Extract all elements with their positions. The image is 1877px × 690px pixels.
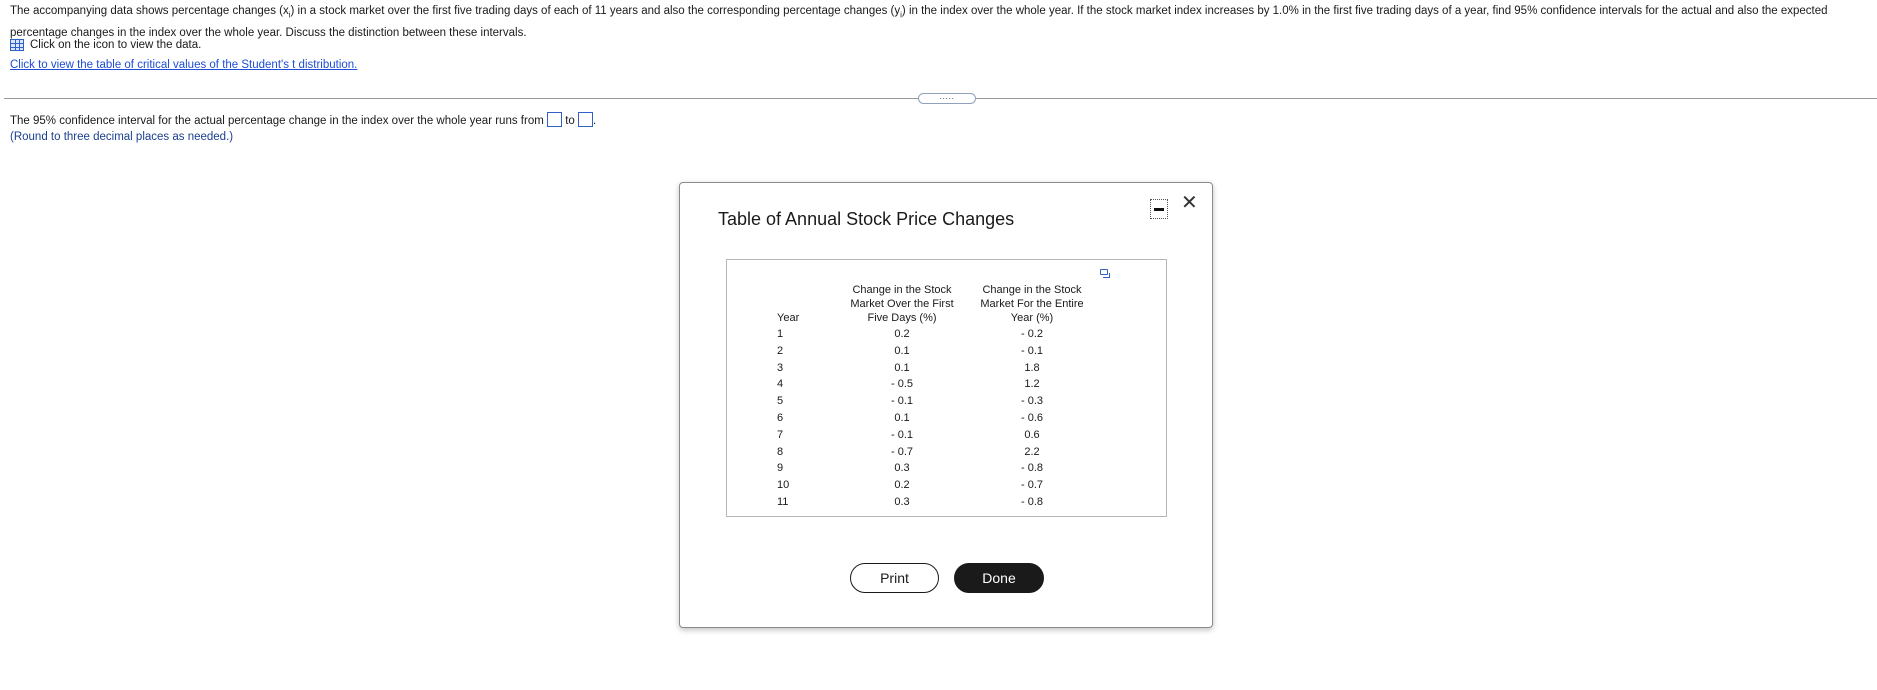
table-row: 2 0.1 - 0.1 (777, 343, 1097, 360)
cell-year: 2 (777, 344, 784, 357)
header-year-line-1: Change in the Stock (982, 284, 1082, 296)
answer-prompt: The 95% confidence interval for the actu… (10, 115, 544, 127)
cell-first-five: 0.3 (894, 462, 910, 475)
cell-first-five: - 0.1 (890, 428, 913, 441)
cell-first-five: 0.1 (894, 411, 910, 424)
cell-year: 10 (777, 479, 790, 492)
cell-first-five: 0.3 (894, 495, 910, 508)
table-row: 9 0.3 - 0.8 (777, 460, 1097, 477)
cell-first-five: 0.1 (894, 344, 910, 357)
cell-entire-year: 1.2 (1024, 378, 1040, 391)
header-first-five: Change in the Stock Market Over the Firs… (837, 283, 967, 326)
table-container: Year Change in the Stock Market Over the… (726, 259, 1167, 517)
minimize-bar (1154, 208, 1164, 211)
cell-entire-year: - 0.8 (1020, 495, 1043, 508)
done-button[interactable]: Done (954, 563, 1044, 593)
cell-year: 11 (777, 495, 789, 508)
question-intro: The accompanying data shows percentage c… (10, 5, 289, 17)
cell-entire-year: 0.6 (1024, 428, 1040, 441)
table-row: 3 0.1 1.8 (777, 360, 1097, 377)
close-icon[interactable]: ✕ (1181, 193, 1198, 213)
header-year-line-2: Market For the Entire (980, 298, 1084, 310)
answer-area: The 95% confidence interval for the actu… (10, 112, 596, 145)
cell-entire-year: - 0.8 (1020, 462, 1043, 475)
copy-icon[interactable] (1100, 269, 1110, 278)
lower-bound-input[interactable] (547, 112, 562, 127)
answer-period: . (593, 115, 597, 127)
print-button[interactable]: Print (850, 563, 939, 593)
header-entire-year: Change in the Stock Market For the Entir… (967, 283, 1097, 326)
cell-year: 7 (777, 428, 784, 441)
header-first-line-1: Change in the Stock (852, 284, 952, 296)
header-year-line-3: Year (%) (1010, 312, 1054, 324)
cell-year: 8 (777, 445, 784, 458)
cell-entire-year: - 0.7 (1020, 479, 1043, 492)
cell-entire-year: 2.2 (1024, 445, 1040, 458)
cell-first-five: - 0.7 (890, 445, 913, 458)
minimize-icon[interactable] (1150, 199, 1168, 219)
table-row: 8 - 0.7 2.2 (777, 444, 1097, 461)
header-first-line-2: Market Over the First (850, 298, 954, 310)
question-mid: ) in a stock market over the first five … (290, 5, 901, 17)
table-header-row: Year Change in the Stock Market Over the… (777, 283, 1097, 326)
data-icon-row: Click on the icon to view the data. (10, 39, 201, 51)
table-row: 6 0.1 - 0.6 (777, 410, 1097, 427)
answer-to-label: to (565, 115, 575, 127)
cell-year: 6 (777, 411, 784, 424)
table-row: 4 - 0.5 1.2 (777, 376, 1097, 393)
cell-entire-year: - 0.3 (1020, 395, 1043, 408)
question-text: The accompanying data shows percentage c… (10, 2, 1870, 42)
cell-entire-year: - 0.6 (1020, 411, 1043, 424)
table-row: 11 0.3 - 0.8 (777, 494, 1097, 511)
cell-first-five: 0.2 (894, 328, 910, 340)
cell-year: 9 (777, 462, 784, 475)
cell-entire-year: 1.8 (1024, 361, 1040, 374)
cell-first-five: 0.2 (894, 479, 910, 492)
cell-entire-year: - 0.2 (1020, 328, 1043, 340)
cell-entire-year: - 0.1 (1020, 344, 1043, 357)
cell-first-five: - 0.5 (890, 378, 913, 391)
cell-year: 5 (777, 395, 784, 408)
upper-bound-input[interactable] (578, 112, 593, 127)
cell-first-five: 0.1 (894, 361, 910, 374)
t-distribution-link[interactable]: Click to view the table of critical valu… (10, 59, 357, 71)
cell-year: 4 (777, 378, 784, 391)
data-table-icon[interactable] (10, 39, 24, 51)
table-row: 10 0.2 - 0.7 (777, 477, 1097, 494)
table-row: 5 - 0.1 - 0.3 (777, 393, 1097, 410)
data-instruction: Click on the icon to view the data. (30, 39, 202, 51)
cell-first-five: - 0.1 (890, 395, 913, 408)
round-note: (Round to three decimal places as needed… (10, 131, 234, 143)
cell-year: 3 (777, 361, 784, 374)
cell-year: 1 (777, 328, 784, 340)
stock-data-table: Year Change in the Stock Market Over the… (777, 283, 1097, 511)
expand-more-button[interactable]: ..... (918, 92, 976, 104)
table-row: 7 - 0.1 0.6 (777, 427, 1097, 444)
dialog-title: Table of Annual Stock Price Changes (718, 209, 1015, 229)
data-table-dialog: Table of Annual Stock Price Changes ✕ Ye… (679, 182, 1213, 628)
table-row: 1 0.2 - 0.2 (777, 326, 1097, 343)
header-year: Year (777, 312, 800, 324)
header-first-line-3: Five Days (%) (867, 312, 937, 324)
